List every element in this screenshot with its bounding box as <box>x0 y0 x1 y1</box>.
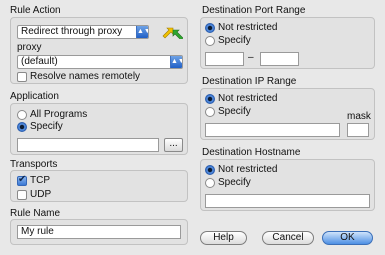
radio-ip-not-restricted[interactable] <box>205 94 215 104</box>
port-to-field[interactable] <box>260 52 299 66</box>
radio-port-not-restricted-label[interactable]: Not restricted <box>218 22 277 33</box>
radio-ip-specify[interactable] <box>205 107 215 117</box>
help-button[interactable]: Help <box>200 231 247 245</box>
tcp-checkbox[interactable] <box>17 174 27 186</box>
radio-specify-application-label[interactable]: Specify <box>30 121 63 132</box>
browse-button[interactable]: ... <box>164 138 183 152</box>
select-chevron-icon: ▲▼ <box>136 26 148 38</box>
radio-host-not-restricted-label[interactable]: Not restricted <box>218 164 277 175</box>
proxy-direction-arrows-icon <box>162 27 183 39</box>
radio-ip-specify-label[interactable]: Specify <box>218 106 251 117</box>
udp-checkbox[interactable] <box>17 190 27 200</box>
radio-port-specify[interactable] <box>205 36 215 46</box>
rule-name-group: My rule <box>10 219 188 245</box>
yellow-arrow-icon <box>162 27 174 39</box>
dest-host-title: Destination Hostname <box>202 147 301 158</box>
radio-port-specify-label[interactable]: Specify <box>218 35 251 46</box>
select-chevron-icon: ▲▼ <box>170 56 182 68</box>
radio-specify-application[interactable] <box>17 122 27 132</box>
ok-button[interactable]: OK <box>322 231 373 245</box>
dest-port-group: Not restricted Specify – <box>200 17 375 69</box>
action-select-value: Redirect through proxy <box>21 26 123 37</box>
mask-label: mask <box>347 111 371 122</box>
proxy-select[interactable]: (default) ▲▼ <box>17 55 183 69</box>
radio-port-not-restricted[interactable] <box>205 23 215 33</box>
rule-name-title: Rule Name <box>10 208 61 219</box>
dest-ip-group: Not restricted Specify mask <box>200 88 375 140</box>
dest-ip-title: Destination IP Range <box>202 76 297 87</box>
proxy-label: proxy <box>17 42 42 53</box>
resolve-names-checkbox[interactable] <box>17 72 27 82</box>
hostname-field[interactable] <box>205 194 370 208</box>
radio-host-specify[interactable] <box>205 178 215 188</box>
rule-action-title: Rule Action <box>10 5 61 16</box>
radio-ip-not-restricted-label[interactable]: Not restricted <box>218 93 277 104</box>
dest-port-title: Destination Port Range <box>202 5 306 16</box>
radio-host-not-restricted[interactable] <box>205 165 215 175</box>
radio-all-programs[interactable] <box>17 110 27 120</box>
application-group: All Programs Specify ... <box>10 103 188 155</box>
proxy-select-value: (default) <box>21 56 58 67</box>
udp-label[interactable]: UDP <box>30 189 51 200</box>
transports-title: Transports <box>10 159 58 170</box>
action-select[interactable]: Redirect through proxy ▲▼ <box>17 25 149 39</box>
radio-all-programs-label[interactable]: All Programs <box>30 109 87 120</box>
transports-group: TCP UDP <box>10 170 188 202</box>
cancel-button[interactable]: Cancel <box>262 231 314 245</box>
rule-action-group: Redirect through proxy ▲▼ proxy (default… <box>10 17 188 84</box>
tcp-label[interactable]: TCP <box>30 175 50 186</box>
dest-host-group: Not restricted Specify <box>200 159 375 211</box>
port-range-separator: – <box>248 52 254 63</box>
green-arrow-icon <box>172 29 183 39</box>
application-path-field[interactable] <box>17 138 159 152</box>
ip-address-field[interactable] <box>205 123 340 137</box>
radio-host-specify-label[interactable]: Specify <box>218 177 251 188</box>
port-from-field[interactable] <box>205 52 244 66</box>
application-title: Application <box>10 91 59 102</box>
mask-field[interactable] <box>347 123 369 137</box>
resolve-names-label[interactable]: Resolve names remotely <box>30 71 140 82</box>
rule-name-field[interactable]: My rule <box>17 225 181 239</box>
